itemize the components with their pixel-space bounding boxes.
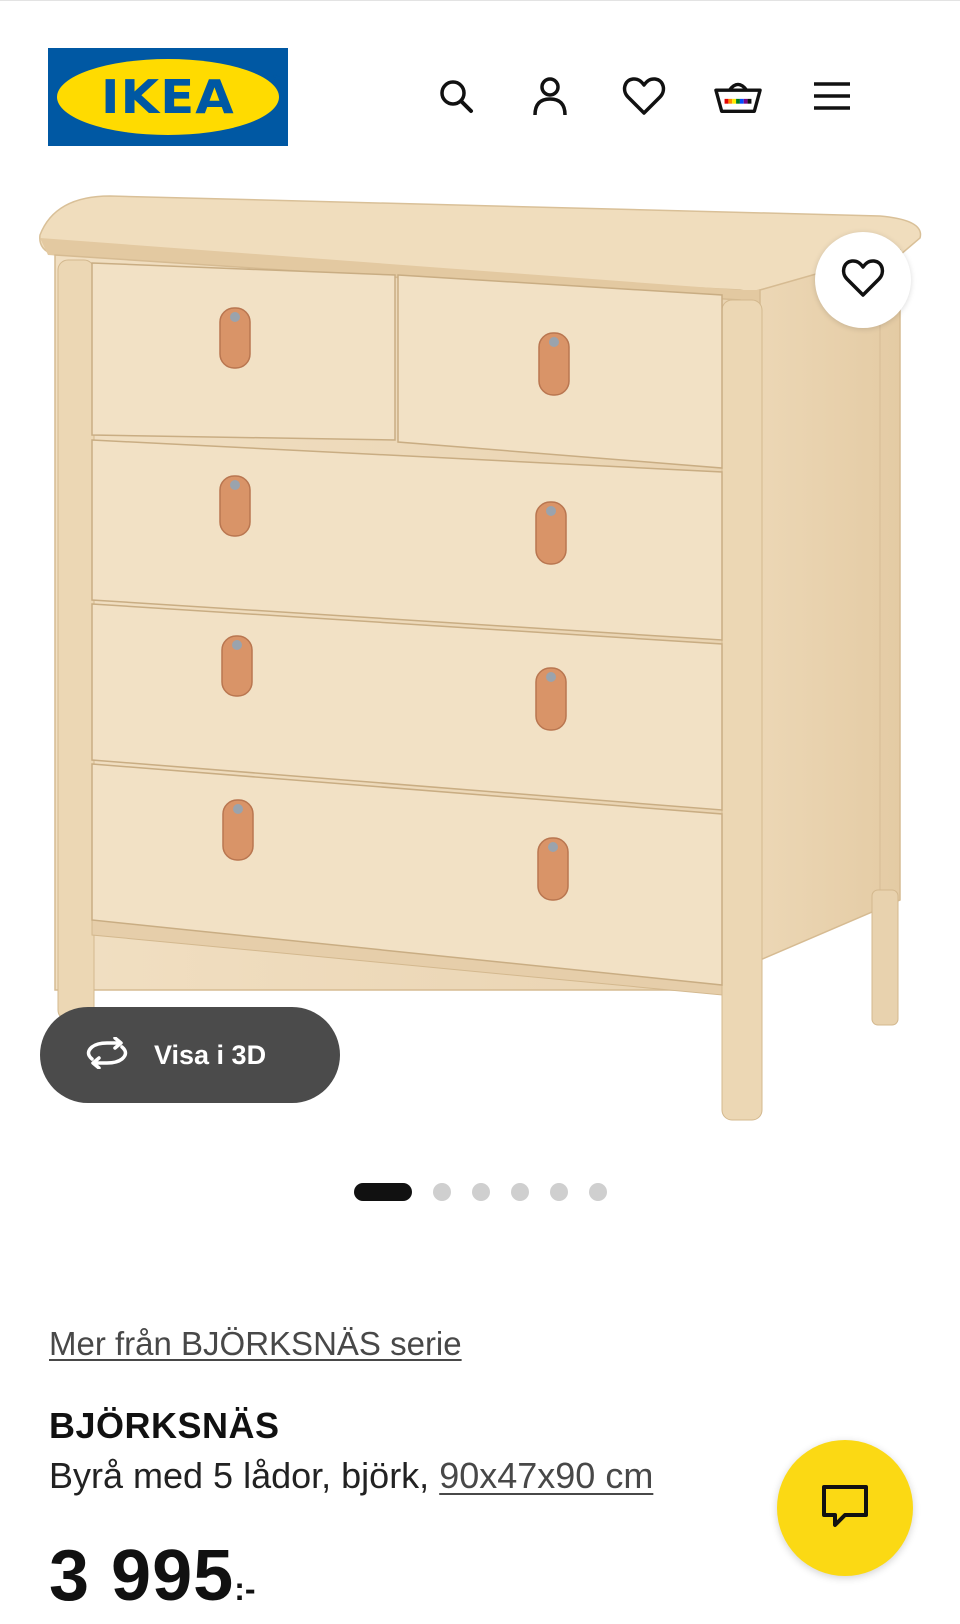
series-link[interactable]: Mer från BJÖRKSNÄS serie [49, 1325, 462, 1363]
cart-icon[interactable] [714, 72, 762, 120]
registered-mark: ® [270, 74, 280, 84]
menu-icon[interactable] [808, 72, 856, 120]
wishlist-heart-icon[interactable] [620, 72, 668, 120]
chat-bubble-icon [819, 1482, 871, 1535]
ikea-logo[interactable]: IKEA ® [48, 48, 288, 146]
product-name: BJÖRKSNÄS [49, 1405, 280, 1446]
product-image[interactable] [0, 185, 960, 1145]
price-suffix: :- [234, 1571, 256, 1607]
logo-oval: IKEA [57, 59, 279, 135]
top-divider [0, 0, 960, 1]
add-to-favorites-button[interactable] [815, 232, 911, 328]
carousel-dot-6[interactable] [589, 1183, 607, 1201]
carousel-dot-3[interactable] [472, 1183, 490, 1201]
search-icon[interactable] [432, 72, 480, 120]
price-amount: 3 995 [49, 1536, 235, 1616]
chat-button[interactable] [777, 1440, 913, 1576]
carousel-indicators [354, 1182, 628, 1202]
product-description-text: Byrå med 5 lådor, björk, [49, 1455, 430, 1496]
logo-text: IKEA [101, 70, 235, 124]
heart-icon [841, 258, 885, 303]
view-in-3d-label: Visa i 3D [154, 1039, 267, 1070]
product-price: 3 995:- [49, 1535, 256, 1617]
carousel-dot-5[interactable] [550, 1183, 568, 1201]
product-description: Byrå med 5 lådor, björk, 90x47x90 cm [49, 1455, 653, 1497]
account-icon[interactable] [526, 72, 574, 120]
rotate-3d-icon [82, 1035, 132, 1074]
carousel-dot-4[interactable] [511, 1183, 529, 1201]
carousel-dot-2[interactable] [433, 1183, 451, 1201]
dimensions-link[interactable]: 90x47x90 cm [439, 1455, 653, 1496]
carousel-dot-1[interactable] [354, 1183, 412, 1201]
view-in-3d-button[interactable]: Visa i 3D [40, 1007, 340, 1103]
